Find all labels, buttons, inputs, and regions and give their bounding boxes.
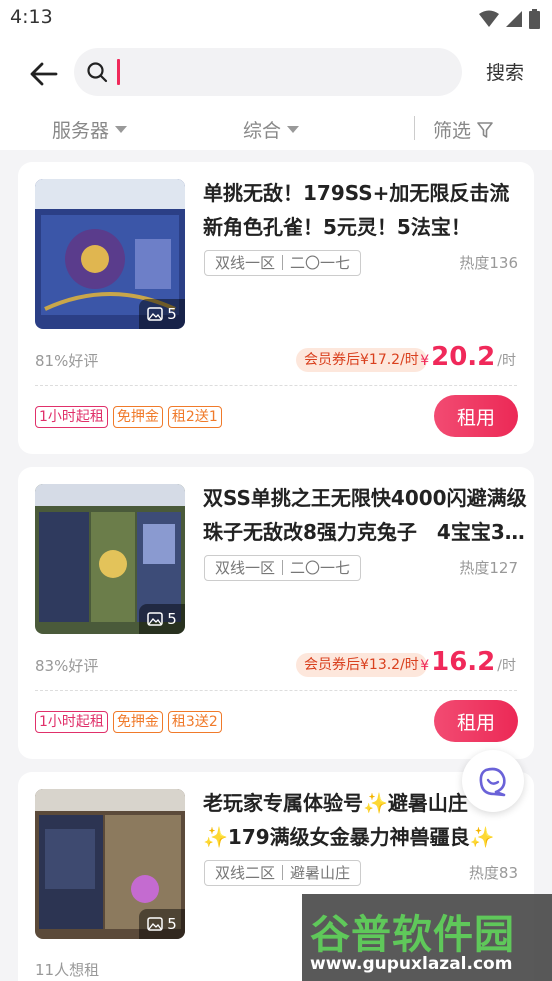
search-icon <box>87 62 108 83</box>
want-rent-count: 11人想租 <box>35 961 100 979</box>
text-cursor <box>117 59 120 85</box>
filter-sort[interactable]: 综合 <box>243 116 300 143</box>
filter-screen[interactable]: 筛选 <box>433 116 493 143</box>
rating: 81%好评 <box>35 352 99 370</box>
caret-down-icon <box>287 126 300 133</box>
filter-server-label: 服务器 <box>52 120 110 142</box>
image-count: 5 <box>167 915 177 933</box>
price-unit: /时 <box>497 658 516 674</box>
watermark: 谷普软件园 www.gupuxlazal.com <box>302 894 552 981</box>
image-count-badge: 5 <box>139 909 185 939</box>
filter-server[interactable]: 服务器 <box>52 116 128 143</box>
divider <box>35 690 517 691</box>
tag-min-hours: 1小时起租 <box>35 711 108 733</box>
rent-button[interactable]: 租用 <box>434 700 518 742</box>
heat-count: 热度83 <box>468 864 518 882</box>
server-tag: 双线一区｜二〇一七 <box>204 250 362 276</box>
caret-down-icon <box>115 126 128 133</box>
divider <box>35 385 517 386</box>
heat-count: 热度127 <box>459 559 518 577</box>
rent-button[interactable]: 租用 <box>434 395 518 437</box>
image-count: 5 <box>167 305 177 323</box>
search-button[interactable]: 搜索 <box>486 58 524 85</box>
listing-thumbnail[interactable]: 5 <box>35 179 185 329</box>
price: ¥ 16.2 /时 <box>420 647 516 677</box>
feature-tags: 1小时起租 免押金 租2送1 <box>35 406 222 428</box>
watermark-url: www.gupuxlazal.com <box>310 954 513 974</box>
tag-bonus: 租2送1 <box>167 406 222 428</box>
image-icon <box>147 917 163 931</box>
status-bar: 4:13 <box>0 0 552 38</box>
customer-service-button[interactable] <box>462 750 524 812</box>
listing-card[interactable]: 5 单挑无敌！179SS+加无限反击流新角色孔雀！5元灵！5法宝！ 双线一区｜二… <box>18 162 534 454</box>
feature-tags: 1小时起租 免押金 租3送2 <box>35 711 222 733</box>
wifi-icon <box>479 10 499 27</box>
tag-min-hours: 1小时起租 <box>35 406 108 428</box>
back-button[interactable] <box>26 56 62 92</box>
price-amount: 16.2 <box>431 647 496 677</box>
listing-thumbnail[interactable]: 5 <box>35 484 185 634</box>
member-coupon-badge: 会员券后¥13.2/时 <box>296 653 427 677</box>
listing-title[interactable]: 双SS单挑之王无限快4000闪避满级珠子无敌改8强力克兔子 4宝宝3… <box>203 481 528 549</box>
filter-screen-label: 筛选 <box>433 120 472 142</box>
price-amount: 20.2 <box>431 342 496 372</box>
filter-sort-label: 综合 <box>243 120 282 142</box>
listing-title[interactable]: 单挑无敌！179SS+加无限反击流新角色孔雀！5元灵！5法宝！ <box>203 176 528 244</box>
server-tag: 双线一区｜二〇一七 <box>204 555 362 581</box>
chat-bubble-icon <box>479 767 506 797</box>
funnel-icon <box>477 121 493 138</box>
status-time: 4:13 <box>10 6 53 28</box>
image-count: 5 <box>167 610 177 628</box>
image-count-badge: 5 <box>139 299 185 329</box>
watermark-title: 谷普软件园 <box>310 912 515 958</box>
server-tag: 双线二区｜避暑山庄 <box>204 860 362 886</box>
image-icon <box>147 307 163 321</box>
filter-divider <box>414 116 415 140</box>
image-count-badge: 5 <box>139 604 185 634</box>
tag-bonus: 租3送2 <box>167 711 222 733</box>
heat-count: 热度136 <box>459 254 518 272</box>
search-box[interactable] <box>74 48 462 96</box>
currency-symbol: ¥ <box>420 353 430 369</box>
arrow-left-icon <box>30 62 58 86</box>
listing-thumbnail[interactable]: 5 <box>35 789 185 939</box>
rating: 83%好评 <box>35 657 99 675</box>
tag-no-deposit: 免押金 <box>112 406 163 428</box>
price-unit: /时 <box>497 353 516 369</box>
battery-icon <box>529 9 540 29</box>
header: 搜索 服务器 综合 筛选 <box>0 38 552 150</box>
status-icons <box>479 9 540 29</box>
search-input[interactable] <box>124 56 444 88</box>
price: ¥ 20.2 /时 <box>420 342 516 372</box>
filter-bar: 服务器 综合 筛选 <box>0 112 552 148</box>
currency-symbol: ¥ <box>420 658 430 674</box>
tag-no-deposit: 免押金 <box>112 711 163 733</box>
member-coupon-badge: 会员券后¥17.2/时 <box>296 348 427 372</box>
image-icon <box>147 612 163 626</box>
listing-card[interactable]: 5 双SS单挑之王无限快4000闪避满级珠子无敌改8强力克兔子 4宝宝3… 双线… <box>18 467 534 759</box>
signal-icon <box>506 11 522 27</box>
